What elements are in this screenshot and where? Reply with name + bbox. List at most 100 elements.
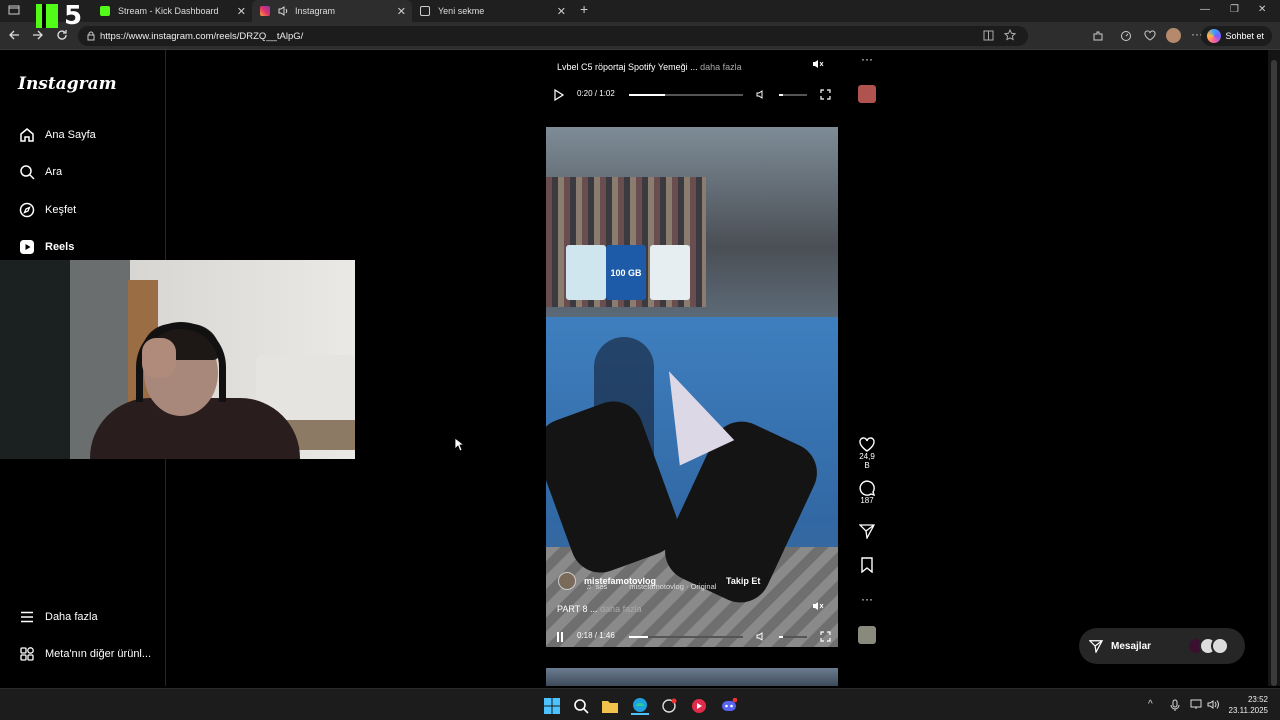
clock-time: 23:52	[1247, 695, 1268, 704]
time-display: 0:20 / 1:02	[577, 89, 615, 98]
site-info-icon[interactable]	[86, 31, 96, 41]
audio-prefix: ses	[595, 582, 608, 591]
volume-slider[interactable]	[779, 94, 807, 96]
audio-thumbnail[interactable]	[858, 626, 876, 644]
fullscreen-icon[interactable]	[820, 631, 831, 642]
webcam-overlay	[0, 260, 355, 459]
youtube-music-icon[interactable]	[690, 697, 708, 715]
tab-kick-dashboard[interactable]: Stream - Kick Dashboard ✕	[92, 0, 252, 22]
tab-instagram[interactable]: Instagram ✕	[252, 0, 412, 22]
restore-icon[interactable]: ❐	[1230, 4, 1239, 15]
ad-text: 100 GB	[610, 267, 642, 278]
reel-video[interactable]: 100 GB	[546, 127, 838, 647]
fullscreen-icon[interactable]	[820, 89, 831, 100]
instagram-logo[interactable]: Instagram	[18, 74, 117, 94]
sidebar-item-label: Daha fazla	[45, 611, 98, 623]
avatar[interactable]	[558, 572, 576, 590]
save-button[interactable]	[856, 557, 878, 573]
new-tab-icon	[420, 6, 430, 16]
pause-icon[interactable]	[555, 631, 565, 643]
tab-new-tab[interactable]: Yeni sekme ✕	[412, 0, 572, 22]
search-icon[interactable]	[572, 697, 590, 715]
tab-title: Instagram	[295, 6, 336, 16]
sidebar-item-explore[interactable]: Keşfet	[18, 200, 76, 220]
file-explorer-icon[interactable]	[601, 697, 619, 715]
sidebar-item-meta-apps[interactable]: Meta'nın diğer ürünl...	[18, 644, 151, 664]
chat-button-label: Sohbet et	[1225, 31, 1264, 41]
sidebar-item-label: Reels	[45, 241, 75, 253]
more-link[interactable]: daha fazla	[700, 62, 742, 72]
sidebar-item-label: Ara	[45, 166, 63, 178]
address-bar[interactable]: https://www.instagram.com/reels/DRZQ__tA…	[78, 26, 1028, 46]
sidebar-item-reels[interactable]: Reels	[18, 237, 74, 257]
search-icon	[18, 163, 36, 181]
clock-date: 23.11.2025	[1228, 706, 1268, 715]
browser-essentials-icon[interactable]	[1144, 30, 1156, 42]
performance-icon[interactable]	[1120, 30, 1132, 42]
url-text: https://www.instagram.com/reels/DRZQ__tA…	[100, 30, 304, 42]
volume-slider[interactable]	[779, 636, 807, 638]
messages-label: Mesajlar	[1111, 640, 1152, 652]
windows-start-icon[interactable]	[543, 697, 561, 715]
instagram-icon	[260, 6, 270, 16]
system-clock[interactable]: 23:52 23.11.2025	[1229, 694, 1268, 716]
tab-actions-icon[interactable]	[8, 4, 20, 16]
messages-button[interactable]: Mesajlar	[1079, 628, 1245, 664]
progress-bar[interactable]	[629, 636, 743, 638]
volume-icon[interactable]	[756, 89, 767, 100]
back-icon[interactable]	[8, 29, 20, 41]
like-button[interactable]: 24,9 B	[856, 437, 878, 470]
bookmark-icon	[861, 557, 873, 573]
page-scrollbar[interactable]	[1268, 50, 1280, 686]
mute-icon[interactable]	[812, 58, 824, 70]
share-button[interactable]	[856, 523, 878, 539]
avatar	[1211, 637, 1229, 655]
follow-button[interactable]: Takip Et	[726, 576, 760, 586]
more-link[interactable]: daha fazla	[600, 604, 642, 614]
compass-icon	[18, 201, 36, 219]
close-window-icon[interactable]: ✕	[1258, 4, 1266, 15]
volume-icon[interactable]	[756, 631, 767, 642]
chatgpt-icon[interactable]	[660, 697, 678, 715]
sidebar-item-label: Meta'nın diğer ürünl...	[45, 648, 152, 660]
previous-reel-controls: 0:20 / 1:02	[552, 88, 832, 102]
close-tab-icon[interactable]: ✕	[237, 5, 246, 18]
favorite-star-icon[interactable]	[1004, 29, 1016, 41]
scrollbar-thumb[interactable]	[1271, 60, 1277, 686]
video-ad-panel	[566, 245, 606, 300]
meta-apps-icon	[18, 645, 36, 663]
sidebar-item-search[interactable]: Ara	[18, 162, 62, 182]
close-tab-icon[interactable]: ✕	[557, 5, 566, 18]
sidebar-item-home[interactable]: Ana Sayfa	[18, 125, 96, 145]
edge-browser-icon[interactable]	[631, 697, 649, 715]
home-icon	[18, 126, 36, 144]
extensions-icon[interactable]	[1092, 30, 1104, 42]
more-options-icon[interactable]: ···	[856, 592, 878, 606]
new-tab-button[interactable]: +	[580, 1, 588, 17]
mute-icon[interactable]	[812, 600, 824, 612]
next-reel-preview[interactable]	[546, 668, 838, 686]
copilot-chat-button[interactable]: Sohbet et	[1201, 26, 1272, 46]
audio-row[interactable]: ♫ ses mistefamotovlog · Original	[586, 582, 716, 591]
minimize-icon[interactable]: —	[1200, 4, 1210, 15]
close-tab-icon[interactable]: ✕	[397, 5, 406, 18]
comment-button[interactable]: 187	[856, 480, 878, 505]
discord-icon[interactable]	[720, 697, 738, 715]
profile-avatar[interactable]	[1166, 28, 1181, 43]
more-options-icon[interactable]: ···	[856, 52, 878, 66]
microphone-icon[interactable]	[1170, 699, 1180, 711]
caption-text: Lvbel C5 röportaj Spotify Yemeği ...	[557, 62, 698, 72]
chevron-up-icon[interactable]: ^	[1148, 699, 1153, 710]
forward-icon[interactable]	[32, 29, 44, 41]
speaker-icon[interactable]	[278, 6, 289, 16]
network-icon[interactable]	[1190, 699, 1202, 710]
menu-icon	[18, 608, 36, 626]
browser-titlebar: Stream - Kick Dashboard ✕ Instagram ✕ Ye…	[0, 0, 1280, 22]
progress-bar[interactable]	[629, 94, 743, 96]
audio-thumbnail[interactable]	[858, 85, 876, 103]
sidebar-item-more[interactable]: Daha fazla	[18, 607, 98, 627]
play-icon[interactable]	[554, 89, 564, 101]
reader-view-icon[interactable]	[983, 30, 994, 41]
speaker-icon[interactable]	[1207, 699, 1220, 710]
reels-icon	[18, 238, 36, 256]
